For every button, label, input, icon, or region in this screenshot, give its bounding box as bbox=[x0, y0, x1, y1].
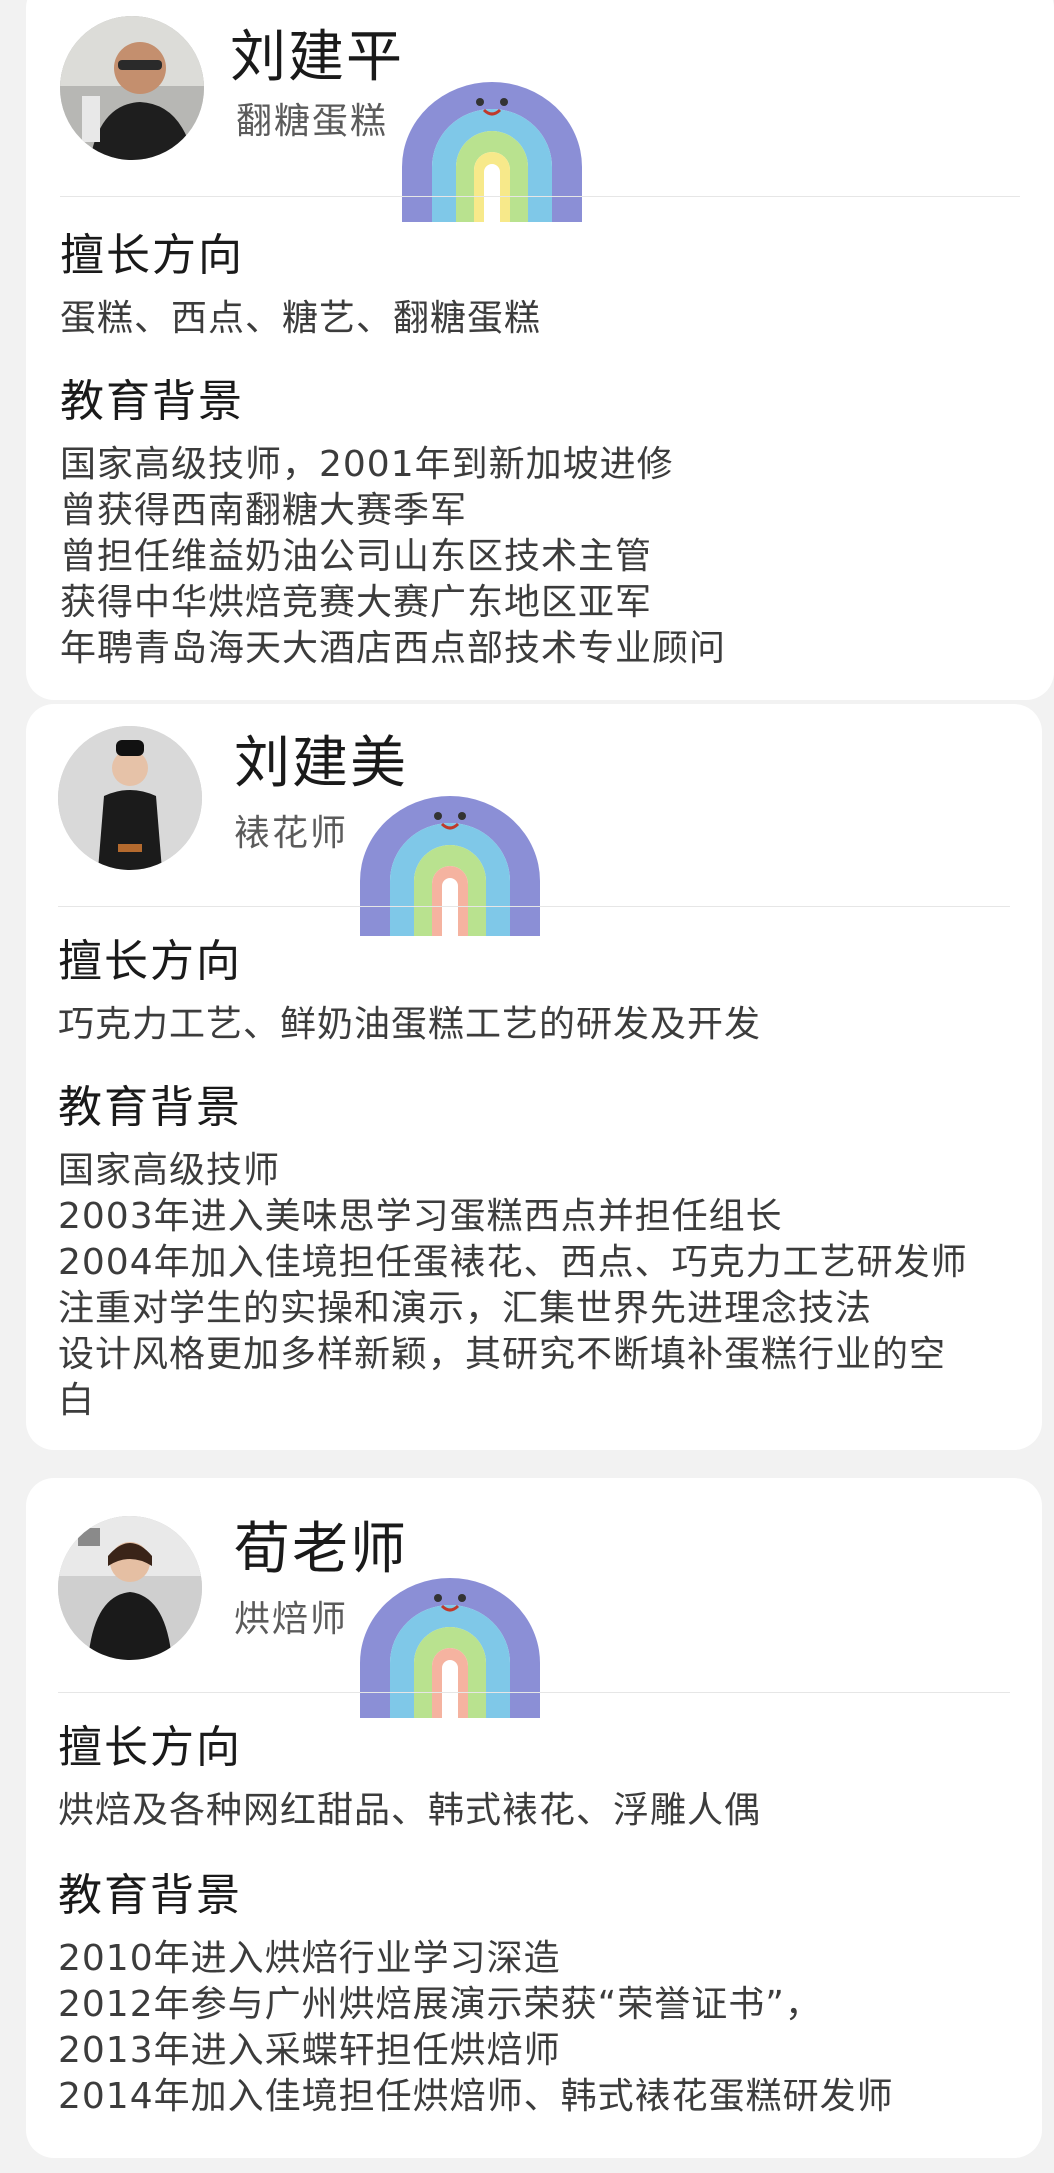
divider bbox=[60, 196, 1020, 197]
education-item: 2004年加入佳境担任蛋裱花、西点、巧克力工艺研发师 bbox=[58, 1242, 968, 1283]
teacher-role: 裱花师 bbox=[234, 813, 349, 854]
education-item: 获得中华烘焙竞赛大赛广东地区亚军 bbox=[60, 582, 653, 623]
rainbow-face-icon bbox=[360, 796, 540, 936]
person-photo-icon bbox=[60, 16, 204, 160]
teacher-role: 烘焙师 bbox=[234, 1599, 349, 1640]
specialty-title: 擅长方向 bbox=[60, 230, 244, 281]
education-item: 白 bbox=[58, 1380, 96, 1421]
education-item: 注重对学生的实操和演示，汇集世界先进理念技法 bbox=[58, 1288, 873, 1329]
teacher-card-2: 刘建美 裱花师 擅长方向 巧克力工艺、鲜奶油蛋糕工艺的研发及开发 教育背景 国家… bbox=[26, 704, 1042, 1450]
rainbow-face-icon bbox=[360, 1578, 540, 1718]
specialty-text: 蛋糕、西点、糖艺、翻糖蛋糕 bbox=[60, 298, 542, 339]
education-item: 年聘青岛海天大酒店西点部技术专业顾问 bbox=[60, 628, 727, 669]
avatar bbox=[60, 16, 204, 160]
rainbow-face-icon bbox=[402, 82, 582, 222]
rainbow-sticker bbox=[350, 1568, 550, 1728]
education-list: 国家高级技师 2003年进入美味思学习蛋糕西点并担任组长 2004年加入佳境担任… bbox=[58, 1148, 968, 1424]
avatar bbox=[58, 1516, 202, 1660]
rainbow-sticker bbox=[350, 786, 550, 946]
education-list: 国家高级技师，2001年到新加坡进修 曾获得西南翻糖大赛季军 曾担任维益奶油公司… bbox=[60, 442, 726, 672]
specialty-title: 擅长方向 bbox=[58, 936, 242, 987]
education-title: 教育背景 bbox=[58, 1082, 242, 1133]
divider bbox=[58, 906, 1010, 907]
specialty-text: 烘焙及各种网红甜品、韩式裱花、浮雕人偶 bbox=[58, 1790, 762, 1831]
education-item: 设计风格更加多样新颖，其研究不断填补蛋糕行业的空 bbox=[58, 1334, 947, 1375]
education-item: 曾担任维益奶油公司山东区技术主管 bbox=[60, 536, 653, 577]
education-item: 2003年进入美味思学习蛋糕西点并担任组长 bbox=[58, 1196, 783, 1237]
education-item: 国家高级技师 bbox=[58, 1150, 281, 1191]
education-list: 2010年进入烘焙行业学习深造 2012年参与广州烘焙展演示荣获“荣誉证书”， … bbox=[58, 1936, 894, 2120]
person-photo-icon bbox=[58, 1516, 202, 1660]
education-item: 2012年参与广州烘焙展演示荣获“荣誉证书”， bbox=[58, 1984, 822, 2025]
education-title: 教育背景 bbox=[58, 1870, 242, 1921]
avatar bbox=[58, 726, 202, 870]
teacher-role: 翻糖蛋糕 bbox=[236, 101, 389, 142]
education-title: 教育背景 bbox=[60, 376, 244, 427]
teacher-card-1: 刘建平 翻糖蛋糕 擅长方向 蛋糕、西点、糖艺、翻糖蛋糕 教育背景 国家高级技师，… bbox=[26, 0, 1054, 700]
teacher-name: 刘建平 bbox=[230, 25, 404, 90]
education-item: 2010年进入烘焙行业学习深造 bbox=[58, 1938, 561, 1979]
education-item: 国家高级技师，2001年到新加坡进修 bbox=[60, 444, 674, 485]
education-item: 2014年加入佳境担任烘焙师、韩式裱花蛋糕研发师 bbox=[58, 2076, 894, 2117]
teacher-card-3: 荀老师 烘焙师 擅长方向 烘焙及各种网红甜品、韩式裱花、浮雕人偶 教育背景 20… bbox=[26, 1478, 1042, 2158]
specialty-text: 巧克力工艺、鲜奶油蛋糕工艺的研发及开发 bbox=[58, 1004, 762, 1045]
divider bbox=[58, 1692, 1010, 1693]
rainbow-sticker bbox=[392, 72, 592, 232]
education-item: 曾获得西南翻糖大赛季军 bbox=[60, 490, 468, 531]
person-photo-icon bbox=[58, 726, 202, 870]
education-item: 2013年进入采蝶轩担任烘焙师 bbox=[58, 2030, 561, 2071]
specialty-title: 擅长方向 bbox=[58, 1722, 242, 1773]
